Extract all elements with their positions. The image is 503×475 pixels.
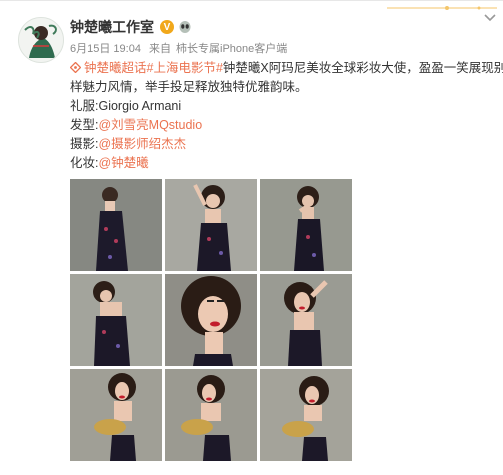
post-text: 钟楚曦超话#上海电影节#钟楚曦X阿玛尼美妆全球彩妆大使，盈盈一笑展现别 样魅力风… [70, 59, 503, 173]
makeup-label: 化妆: [70, 156, 99, 170]
hair-mention-link[interactable]: @刘雪亮MQstudio [98, 118, 202, 132]
photo-thumbnail-7[interactable] [70, 369, 162, 461]
super-topic-icon [70, 62, 81, 73]
photo-label: 摄影: [70, 137, 99, 151]
post-line-1-text: 钟楚曦X阿玛尼美妆全球彩妆大使，盈盈一笑展现别 [222, 61, 503, 75]
post-date[interactable]: 6月15日 19:04 [70, 43, 141, 55]
photo-thumbnail-9[interactable] [260, 369, 352, 461]
hashtag-link[interactable]: #上海电影节# [147, 61, 223, 75]
chevron-down-icon[interactable] [483, 13, 497, 23]
makeup-mention-link[interactable]: @钟楚曦 [98, 156, 148, 170]
post-line-1: 钟楚曦超话#上海电影节#钟楚曦X阿玛尼美妆全球彩妆大使，盈盈一笑展现别 [70, 59, 503, 78]
outfit-value: Giorgio Armani [98, 99, 182, 113]
photographer-mention-link[interactable]: @摄影师绍杰杰 [98, 137, 186, 151]
post-source[interactable]: 柿长专属iPhone客户端 [176, 43, 287, 55]
post-meta: 6月15日 19:04 来自 柿长专属iPhone客户端 [70, 40, 292, 56]
photo-grid [70, 179, 352, 461]
photo-thumbnail-6[interactable] [260, 274, 352, 366]
photo-thumbnail-2[interactable] [165, 179, 257, 271]
photo-line: 摄影:@摄影师绍杰杰 [70, 135, 490, 154]
sparkle-decoration-icon [387, 6, 497, 10]
makeup-line: 化妆:@钟楚曦 [70, 154, 490, 173]
author-row: 钟楚曦工作室 V [70, 17, 192, 37]
photo-thumbnail-8[interactable] [165, 369, 257, 461]
source-prefix: 来自 [149, 43, 171, 55]
photo-thumbnail-3[interactable] [260, 179, 352, 271]
hair-line: 发型:@刘雪亮MQstudio [70, 116, 490, 135]
verified-badge-icon: V [160, 20, 174, 34]
super-topic-link[interactable]: 钟楚曦超话 [70, 61, 147, 75]
author-name[interactable]: 钟楚曦工作室 [70, 17, 154, 37]
avatar[interactable] [18, 17, 64, 63]
weibo-post-card: 钟楚曦工作室 V 6月15日 19:04 来自 柿长专属iPhone客户端 钟楚曦… [0, 0, 503, 475]
post-line-2: 样魅力风情，举手投足释放独特优雅韵味。 [70, 80, 308, 94]
outfit-label: 礼服: [70, 99, 99, 113]
alien-emoji-icon [179, 21, 191, 33]
photo-thumbnail-4[interactable] [70, 274, 162, 366]
photo-thumbnail-5[interactable] [165, 274, 257, 366]
photo-thumbnail-1[interactable] [70, 179, 162, 271]
hair-label: 发型: [70, 118, 99, 132]
outfit-line: 礼服:Giorgio Armani [70, 97, 490, 116]
super-topic-label: 钟楚曦超话 [84, 61, 147, 75]
